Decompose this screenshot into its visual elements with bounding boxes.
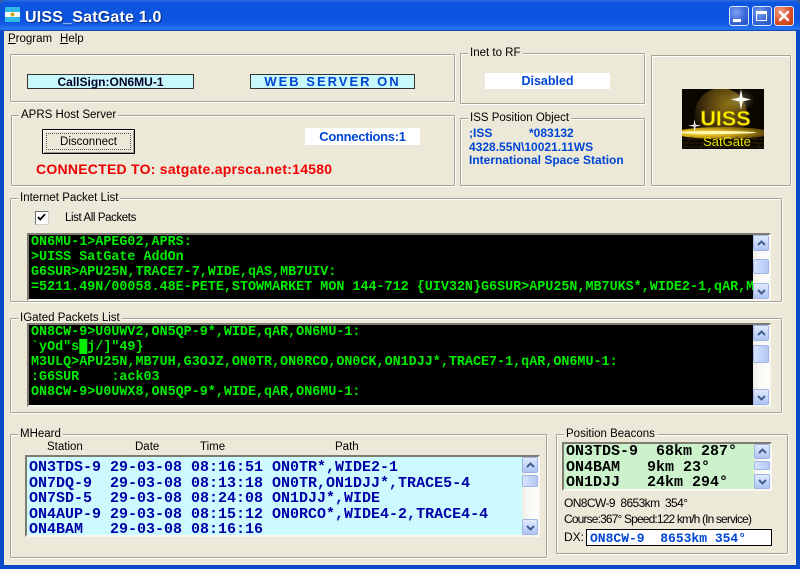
svg-text:SatGate: SatGate <box>703 134 751 149</box>
svg-text:UISS: UISS <box>700 107 750 131</box>
